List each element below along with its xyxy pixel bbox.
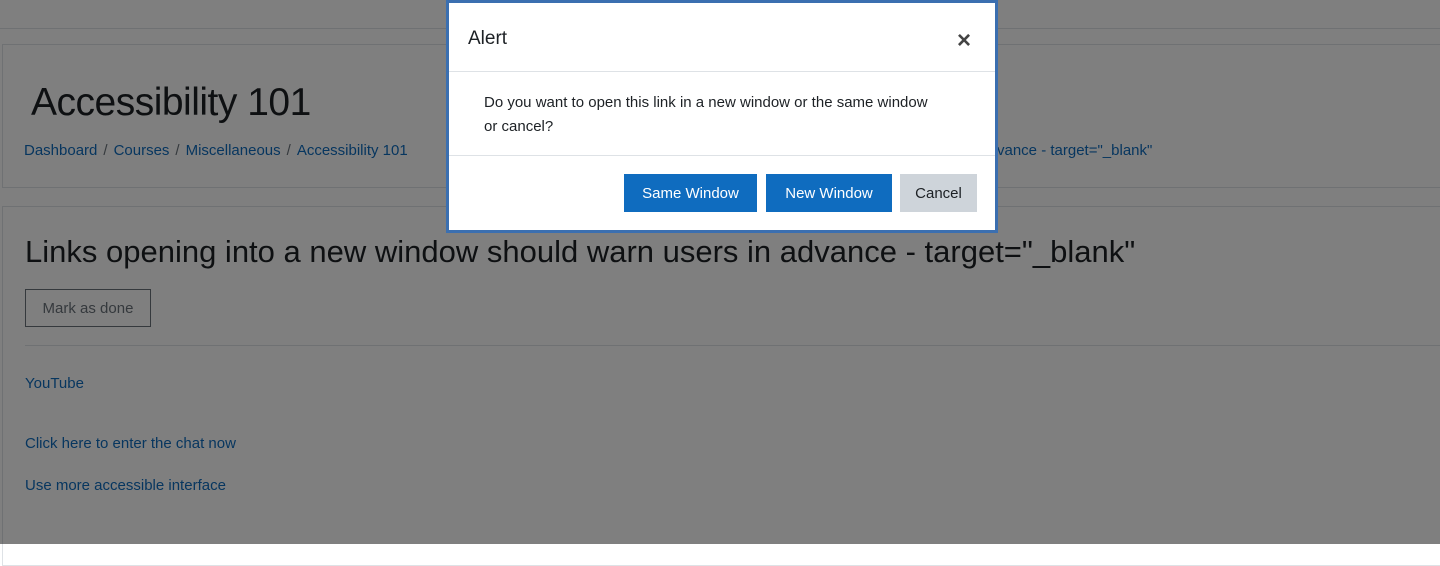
- new-window-button[interactable]: New Window: [766, 174, 892, 212]
- close-icon[interactable]: ×: [949, 27, 979, 55]
- dialog-title: Alert: [468, 28, 508, 49]
- dialog-footer-divider: [449, 155, 995, 156]
- dialog-message: Do you want to open this link in a new w…: [484, 94, 928, 135]
- cancel-button[interactable]: Cancel: [900, 174, 977, 212]
- alert-dialog: Alert × Do you want to open this link in…: [446, 0, 998, 233]
- dialog-header: Alert ×: [449, 3, 995, 72]
- same-window-button[interactable]: Same Window: [624, 174, 757, 212]
